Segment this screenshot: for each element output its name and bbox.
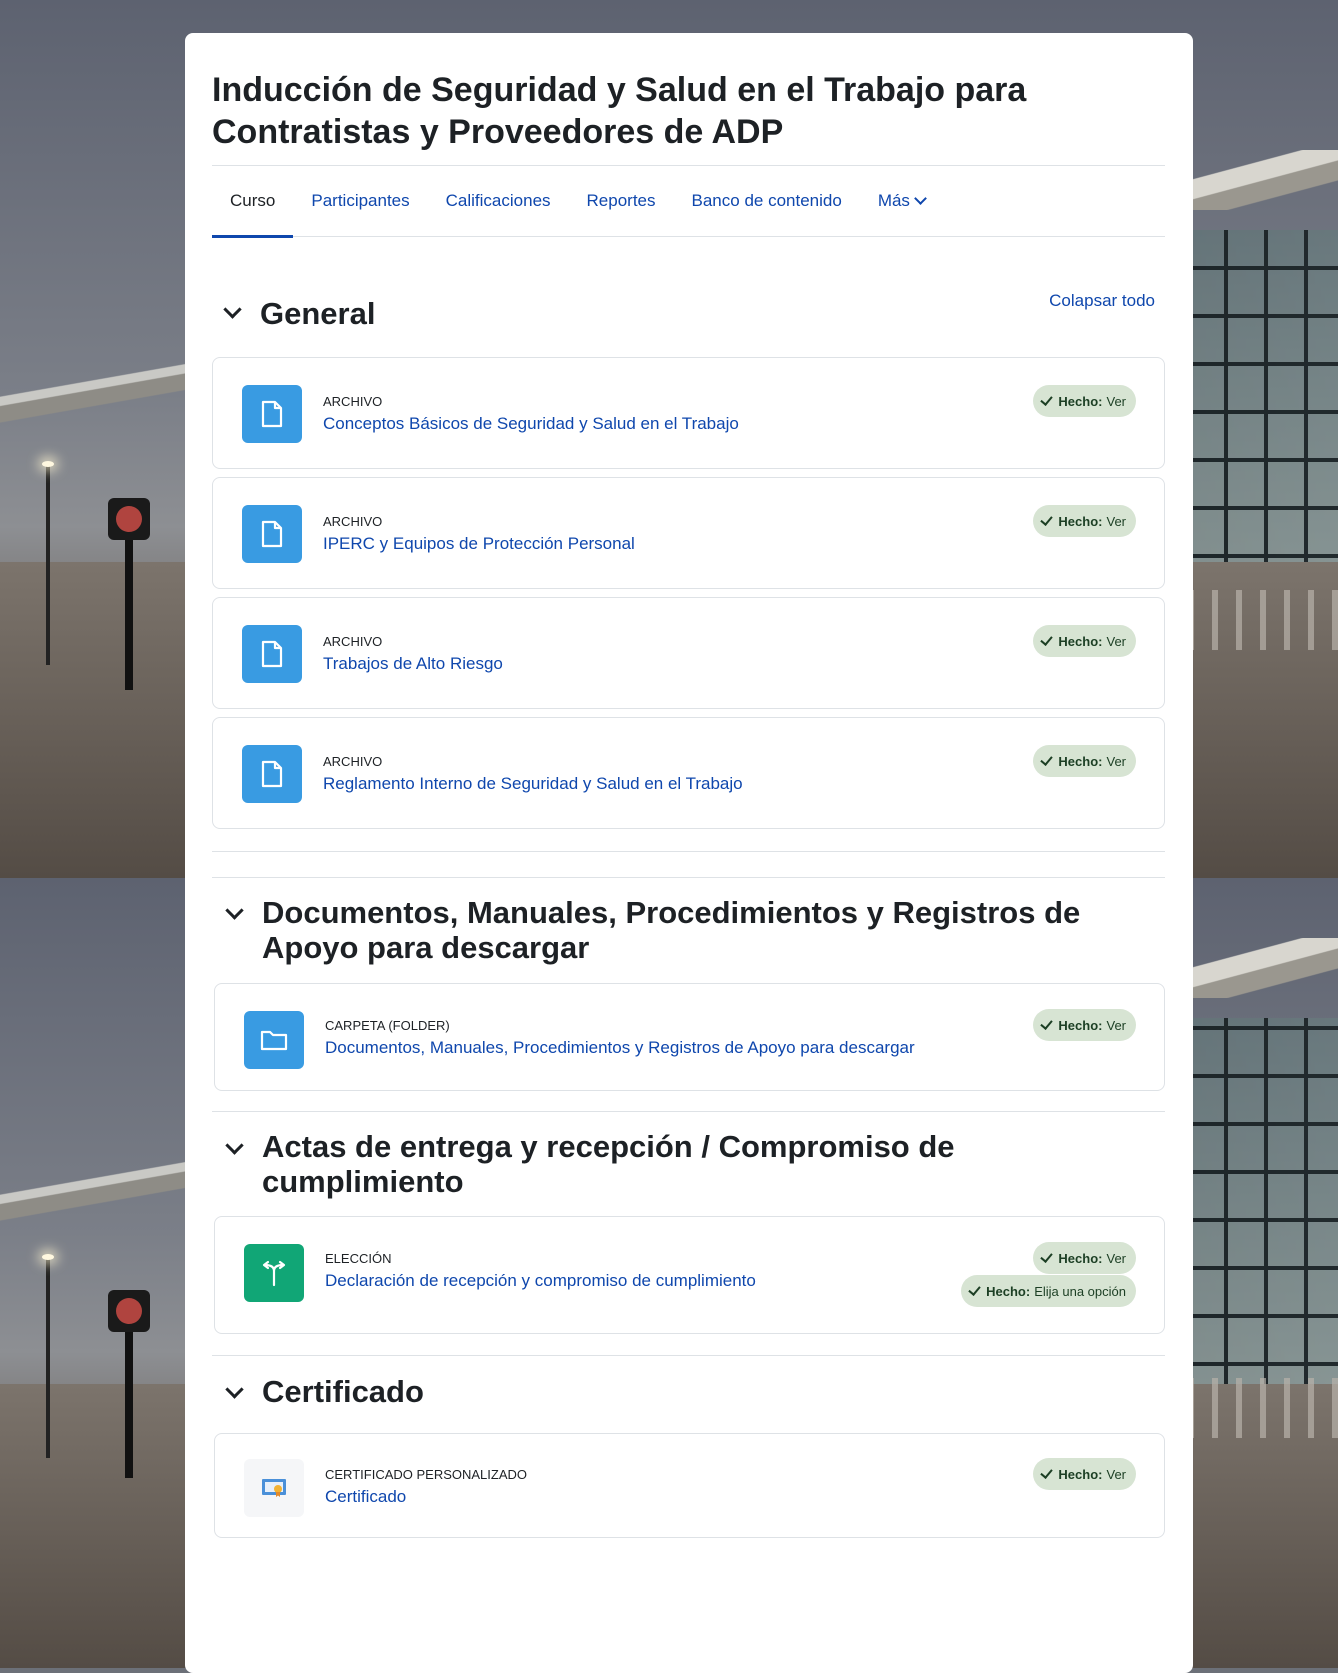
activity-link[interactable]: Documentos, Manuales, Procedimientos y R… (325, 1038, 915, 1058)
badge-status: Hecho: (1058, 633, 1103, 649)
check-icon (1040, 512, 1054, 526)
activity-item: ARCHIVO Trabajos de Alto Riesgo Hecho: Ve… (212, 597, 1165, 709)
completion-badge: Hecho: Ver (1033, 745, 1136, 777)
badge-condition: Ver (1106, 633, 1126, 649)
check-icon (1040, 1016, 1054, 1030)
activity-link[interactable]: Conceptos Básicos de Seguridad y Salud e… (323, 414, 739, 434)
divider (212, 851, 1165, 852)
file-icon (242, 505, 302, 563)
divider (212, 1111, 1165, 1112)
activity-type: CERTIFICADO PERSONALIZADO (325, 1467, 528, 1482)
tab-reportes[interactable]: Reportes (569, 166, 674, 236)
check-icon (968, 1282, 981, 1296)
course-nav-tabs: Curso Participantes Calificaciones Repor… (212, 166, 1165, 238)
activity-item: ARCHIVO Reglamento Interno de Seguridad … (212, 717, 1165, 829)
activity-item: ARCHIVO Conceptos Básicos de Seguridad y… (212, 357, 1165, 469)
activity-item: ARCHIVO IPERC y Equipos de Protección Pe… (212, 477, 1165, 589)
badge-status: Hecho: (1058, 1250, 1103, 1266)
activity-type: ARCHIVO (323, 754, 383, 769)
activity-type: ARCHIVO (323, 634, 383, 649)
check-icon (1040, 392, 1054, 406)
badge-condition: Elija una opción (1034, 1283, 1126, 1299)
section-title-general: General (260, 296, 376, 331)
file-icon (242, 625, 302, 683)
tab-participantes[interactable]: Participantes (293, 166, 427, 236)
check-icon (1040, 752, 1054, 766)
completion-badge: Hecho: Ver (1033, 625, 1136, 657)
badge-status: Hecho: (1058, 393, 1103, 409)
section-title-actas: Actas de entrega y recepción / Compromis… (262, 1129, 955, 1199)
completion-badge: Hecho: Ver (1033, 1009, 1136, 1041)
tab-label: Calificaciones (445, 191, 551, 210)
activity-link[interactable]: IPERC y Equipos de Protección Personal (323, 534, 635, 554)
tab-label: Reportes (586, 191, 656, 210)
activity-type: ARCHIVO (323, 514, 383, 529)
badge-condition: Ver (1106, 753, 1126, 769)
activity-link[interactable]: Reglamento Interno de Seguridad y Salud … (323, 774, 743, 794)
file-icon (242, 745, 302, 803)
activity-item: CERTIFICADO PERSONALIZADO Certificado He… (214, 1433, 1165, 1538)
badge-condition: Ver (1106, 1017, 1126, 1033)
check-icon (1040, 1249, 1054, 1263)
section-title-certificado: Certificado (262, 1374, 424, 1409)
activity-item: CARPETA (FOLDER) Documentos, Manuales, P… (214, 983, 1165, 1091)
badge-condition: Ver (1106, 513, 1126, 529)
activity-item: ELECCIÓN Declaración de recepción y comp… (214, 1216, 1165, 1334)
completion-badge: Hecho: Elija una opción (961, 1275, 1136, 1307)
badge-status: Hecho: (1058, 753, 1103, 769)
chevron-down-icon (914, 192, 927, 205)
divider (212, 1355, 1165, 1356)
tab-label: Participantes (311, 191, 410, 210)
activity-link[interactable]: Declaración de recepción y compromiso de… (325, 1271, 756, 1291)
badge-status: Hecho: (986, 1283, 1031, 1299)
section-title-documentos: Documentos, Manuales, Procedimientos y R… (262, 895, 1081, 965)
activity-type: ARCHIVO (323, 394, 383, 409)
check-icon (1040, 632, 1054, 646)
tab-label: Más (877, 191, 910, 210)
section-collapse-chevron-icon[interactable] (223, 300, 242, 319)
tab-curso[interactable]: Curso (212, 166, 294, 238)
check-icon (1040, 1465, 1054, 1479)
tab-label: Banco de contenido (691, 191, 842, 210)
section-collapse-chevron-icon[interactable] (225, 1136, 244, 1155)
tab-mas-dropdown[interactable]: Más (860, 166, 943, 236)
badge-status: Hecho: (1058, 1466, 1103, 1482)
section-collapse-chevron-icon[interactable] (225, 1380, 244, 1399)
completion-badge: Hecho: Ver (1033, 1458, 1136, 1490)
file-icon (242, 385, 302, 443)
folder-icon (244, 1011, 304, 1069)
activity-type: CARPETA (FOLDER) (325, 1018, 450, 1033)
badge-status: Hecho: (1058, 513, 1103, 529)
completion-badge: Hecho: Ver (1033, 1242, 1136, 1274)
activity-link[interactable]: Trabajos de Alto Riesgo (323, 654, 503, 674)
divider (212, 877, 1165, 878)
completion-badge: Hecho: Ver (1033, 385, 1136, 417)
tab-label: Curso (230, 191, 276, 210)
badge-condition: Ver (1106, 1466, 1126, 1482)
activity-type: ELECCIÓN (325, 1251, 392, 1266)
badge-condition: Ver (1106, 393, 1126, 409)
course-content-card: Inducción de Seguridad y Salud en el Tra… (185, 33, 1193, 1673)
tab-calificaciones[interactable]: Calificaciones (428, 166, 569, 236)
collapse-all-link[interactable]: Colapsar todo (1049, 291, 1155, 311)
tab-banco-de-contenido[interactable]: Banco de contenido (674, 166, 860, 236)
certificate-icon (244, 1459, 304, 1517)
section-collapse-chevron-icon[interactable] (225, 901, 244, 920)
badge-status: Hecho: (1058, 1017, 1103, 1033)
choice-icon (244, 1244, 304, 1302)
badge-condition: Ver (1106, 1250, 1126, 1266)
completion-badge: Hecho: Ver (1033, 505, 1136, 537)
course-title: Inducción de Seguridad y Salud en el Tra… (212, 71, 1027, 151)
activity-link[interactable]: Certificado (325, 1487, 406, 1507)
